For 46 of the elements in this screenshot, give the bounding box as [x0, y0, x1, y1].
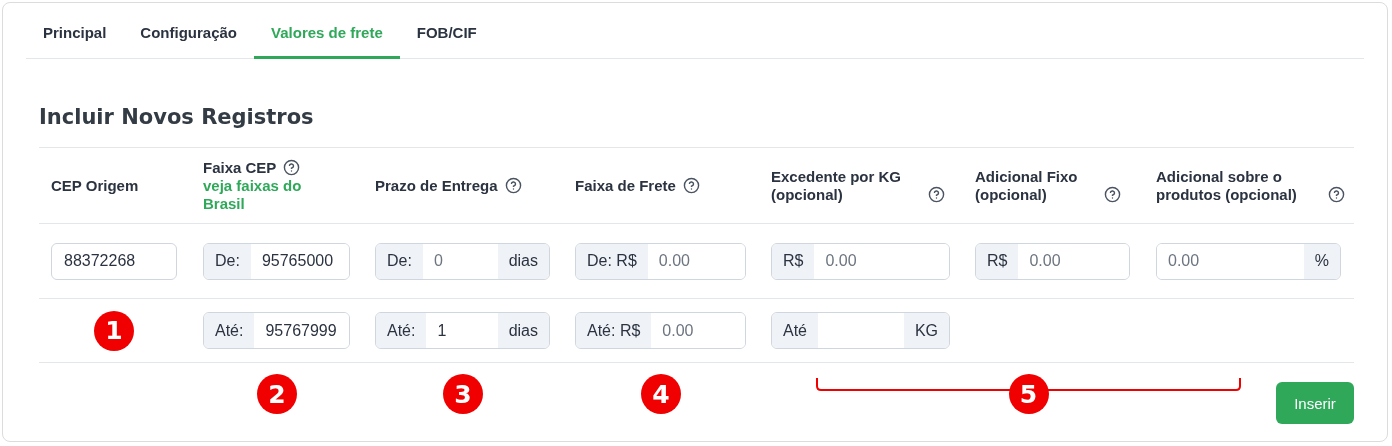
column-header: Faixa de Frete [575, 176, 676, 195]
input-prefix: De: [204, 243, 251, 279]
number-marker: 1 [94, 310, 134, 351]
tab[interactable]: Configuração [123, 3, 255, 59]
number-marker: 5 [1008, 374, 1049, 414]
tab[interactable]: Principal [26, 3, 124, 59]
input-prefix: De: R$ [576, 243, 648, 279]
help-icon[interactable] [1328, 185, 1345, 203]
input-group[interactable]: Até: R$ 0.00 [575, 312, 746, 349]
help-icon[interactable] [504, 176, 522, 194]
column-header: Faixa CEP [203, 158, 277, 177]
input-group[interactable]: R$ 0.00 [771, 242, 950, 280]
section-title: Incluir Novos Registros [39, 105, 315, 131]
input-suffix: KG [903, 313, 949, 348]
tab[interactable]: FOB/CIF [399, 3, 494, 59]
input-group[interactable]: De: R$ 0.00 [575, 242, 746, 280]
help-icon[interactable] [928, 185, 945, 203]
input-prefix: De: [376, 243, 423, 279]
number-marker: 2 [257, 374, 297, 414]
input-group[interactable]: Até: 1 dias [375, 312, 550, 349]
column-header: Adicional sobre o produtos (opcional) [1156, 167, 1298, 204]
input-prefix: Até [772, 313, 818, 348]
input-prefix: R$ [976, 243, 1019, 279]
input-suffix: % [1303, 243, 1340, 279]
input-prefix: R$ [772, 243, 815, 279]
input-prefix: Até: [376, 313, 427, 348]
cep-input[interactable]: 88372268 [51, 242, 177, 280]
input-group[interactable]: Até: 95767999 [203, 312, 350, 349]
help-icon[interactable] [682, 176, 700, 194]
number-marker: 3 [443, 374, 483, 414]
input-group[interactable]: De: 95765000 [203, 242, 350, 280]
column-header: CEP Origem [51, 176, 139, 195]
help-icon[interactable] [283, 158, 301, 176]
input-group[interactable]: R$ 0.00 [975, 242, 1130, 280]
input-group[interactable]: De: 0 dias [375, 242, 550, 280]
input-prefix: Até: R$ [576, 313, 652, 348]
input-suffix: dias [497, 243, 549, 279]
column-header: Prazo de Entrega [375, 176, 498, 195]
input-group[interactable]: Até KG [771, 312, 950, 349]
help-icon[interactable] [1104, 185, 1121, 203]
input-suffix: dias [497, 313, 549, 348]
column-header: Adicional Fixo (opcional) [975, 167, 1079, 204]
input-prefix: Até: [204, 313, 255, 348]
input-group[interactable]: 0.00 % [1156, 242, 1341, 280]
column-header: Excedente por KG (opcional) [771, 167, 903, 204]
number-marker: 4 [641, 374, 681, 414]
